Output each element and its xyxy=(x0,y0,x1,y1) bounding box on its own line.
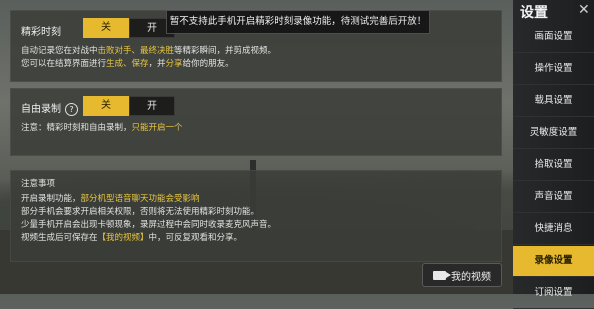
sidebar-item-recording[interactable]: 录像设置 xyxy=(513,246,594,277)
sidebar-item-vehicle[interactable]: 载具设置 xyxy=(513,86,594,117)
notes-line-4: 视频生成后可保存在【我的视频】中，可反复观看和分享。 xyxy=(21,232,242,245)
highlight-moments-title: 精彩时刻 xyxy=(21,27,61,38)
my-videos-link[interactable]: 【我的视频】 xyxy=(98,233,149,243)
notes-panel: 注意事项 开启录制功能，部分机型语音聊天功能会受影响 部分手机会要求开启相关权限… xyxy=(10,170,502,262)
sidebar-item-pickup[interactable]: 拾取设置 xyxy=(513,150,594,181)
notes-line-3: 少量手机开启会出现卡顿现象，录屏过程中会同时收录麦克风声音。 xyxy=(21,220,277,230)
my-videos-button-label: 我的视频 xyxy=(451,271,491,283)
desc-text: 您可以在结算界面进行 xyxy=(21,59,107,69)
notes-line-2: 部分手机会要求开启相关权限，否则将无法使用精彩时刻功能。 xyxy=(21,207,260,217)
close-icon[interactable]: ✕ xyxy=(578,2,590,18)
desc-text: 等精彩瞬间，并剪成视频。 xyxy=(174,46,277,56)
desc-text: 自动记录您在对战中 xyxy=(21,46,98,56)
free-record-note: 注意：精彩时刻和自由录制，只能开启一个 xyxy=(21,122,183,135)
my-videos-button[interactable]: 我的视频 xyxy=(422,263,502,287)
notes-line-1: 开启录制功能，部分机型语音聊天功能会受影响 xyxy=(21,193,200,206)
desc-text: 给你的朋友。 xyxy=(182,59,234,69)
note-text: 开启录制功能， xyxy=(21,194,81,204)
sidebar-item-sensitivity[interactable]: 灵敏度设置 xyxy=(513,118,594,149)
note-text: 注意：精彩时刻和自由录制， xyxy=(21,123,132,133)
settings-title: 设置 xyxy=(520,5,548,21)
free-record-title-row: 自由录制? xyxy=(21,100,78,116)
sidebar-item-audio[interactable]: 声音设置 xyxy=(513,182,594,213)
free-record-title: 自由录制 xyxy=(21,104,61,115)
notes-title: 注意事项 xyxy=(21,179,56,189)
desc-highlight: 生成、保存 xyxy=(106,59,149,69)
free-record-off-option[interactable]: 关 xyxy=(83,96,129,116)
video-camera-icon xyxy=(433,270,451,280)
highlight-description-line2: 您可以在结算界面进行生成、保存，并分享给你的朋友。 xyxy=(21,58,234,71)
note-highlight: 只能开启一个 xyxy=(131,123,183,133)
free-record-toggle[interactable]: 关 开 xyxy=(83,96,175,116)
note-text: 中，可反复观看和分享。 xyxy=(148,233,243,243)
highlight-off-option[interactable]: 关 xyxy=(83,18,129,38)
desc-highlight: 分享 xyxy=(165,59,183,69)
note-text: 视频生成后可保存在 xyxy=(21,233,98,243)
desc-text: ，并 xyxy=(148,59,166,69)
free-record-panel: 自由录制? 关 开 注意：精彩时刻和自由录制，只能开启一个 xyxy=(10,88,502,156)
highlight-description-line1: 自动记录您在对战中击败对手、最终决胜等精彩瞬间，并剪成视频。 xyxy=(21,45,276,58)
highlight-moments-toggle[interactable]: 关 开 xyxy=(83,18,175,38)
help-icon[interactable]: ? xyxy=(65,102,78,116)
unsupported-tooltip: 暂不支持此手机开启精彩时刻录像功能，待测试完善后开放！ xyxy=(166,10,430,34)
free-record-on-option[interactable]: 开 xyxy=(129,96,175,116)
note-highlight: 部分机型语音聊天功能会受影响 xyxy=(80,194,200,204)
sidebar-item-quick-chat[interactable]: 快捷消息 xyxy=(513,214,594,245)
desc-highlight: 击败对手、最终决胜 xyxy=(97,46,175,56)
sidebar-item-graphics[interactable]: 画面设置 xyxy=(513,22,594,53)
sidebar-item-controls[interactable]: 操作设置 xyxy=(513,54,594,85)
